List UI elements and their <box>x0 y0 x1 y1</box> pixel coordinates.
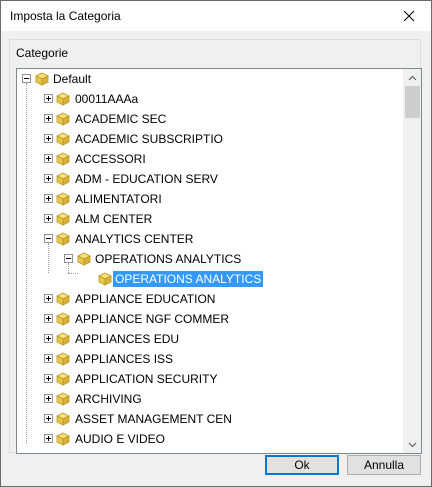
tree-item[interactable]: ACCESSORI <box>17 149 397 169</box>
cancel-button[interactable]: Annulla <box>347 455 421 475</box>
expand-icon[interactable] <box>44 194 53 203</box>
category-folder-icon <box>34 71 50 87</box>
category-folder-icon <box>55 431 71 447</box>
categories-group: Categorie Default 00011AAAa ACADEMIC SEC… <box>9 39 422 454</box>
expand-icon[interactable] <box>44 114 53 123</box>
category-folder-icon <box>97 271 113 287</box>
tree-item[interactable]: ALM CENTER <box>17 209 397 229</box>
category-folder-icon <box>55 311 71 327</box>
tree-item[interactable]: APPLIANCE NGF COMMER <box>17 309 397 329</box>
category-folder-icon <box>55 351 71 367</box>
close-button[interactable] <box>387 1 431 31</box>
category-folder-icon <box>55 151 71 167</box>
category-folder-icon <box>55 391 71 407</box>
expand-icon[interactable] <box>44 154 53 163</box>
expand-icon[interactable] <box>44 354 53 363</box>
tree-root[interactable]: Default <box>17 69 397 89</box>
tree-item-label: APPLICATION SECURITY <box>75 372 218 386</box>
category-folder-icon <box>55 331 71 347</box>
tree-item-label: OPERATIONS ANALYTICS <box>113 271 264 287</box>
tree-item[interactable]: ACADEMIC SUBSCRIPTIO <box>17 129 397 149</box>
category-folder-icon <box>55 371 71 387</box>
ok-button[interactable]: Ok <box>265 455 339 475</box>
category-folder-icon <box>55 291 71 307</box>
category-folder-icon <box>55 231 71 247</box>
expand-icon[interactable] <box>44 434 53 443</box>
tree-item-label: ADM - EDUCATION SERV <box>75 172 218 186</box>
vertical-scrollbar[interactable] <box>403 69 421 453</box>
close-icon <box>403 10 415 22</box>
tree-item-label: APPLIANCE EDUCATION <box>75 292 216 306</box>
category-folder-icon <box>76 251 92 267</box>
tree-item-label: ACADEMIC SEC <box>75 112 167 126</box>
tree-item-label: AUDIO E VIDEO <box>75 432 166 446</box>
scroll-up-button[interactable] <box>404 69 421 86</box>
tree-item[interactable]: OPERATIONS ANALYTICS <box>17 249 397 269</box>
collapse-icon[interactable] <box>44 234 53 243</box>
tree-item-label: ARCHIVING <box>75 392 142 406</box>
tree-item[interactable]: ARCHIVING <box>17 389 397 409</box>
chevron-up-icon <box>408 75 417 80</box>
tree-item[interactable]: APPLIANCE EDUCATION <box>17 289 397 309</box>
tree-item[interactable]: ALIMENTATORI <box>17 189 397 209</box>
expand-icon[interactable] <box>44 374 53 383</box>
category-folder-icon <box>55 111 71 127</box>
tree-item-label: ACADEMIC SUBSCRIPTIO <box>75 132 224 146</box>
tree-item[interactable]: ASSET MANAGEMENT CEN <box>17 409 397 429</box>
tree-item-label: Default <box>53 72 92 86</box>
collapse-icon[interactable] <box>64 254 73 263</box>
tree-item-label: ALM CENTER <box>75 212 153 226</box>
tree-item[interactable]: APPLIANCES EDU <box>17 329 397 349</box>
expand-icon[interactable] <box>44 294 53 303</box>
collapse-icon[interactable] <box>22 74 31 83</box>
window-title: Imposta la Categoria <box>10 9 121 23</box>
category-folder-icon <box>55 211 71 227</box>
category-folder-icon <box>55 131 71 147</box>
category-tree[interactable]: Default 00011AAAa ACADEMIC SEC ACADEMIC <box>16 68 422 454</box>
dialog-window: Imposta la Categoria Categorie Default 0… <box>0 0 432 487</box>
tree-item[interactable]: 00011AAAa <box>17 89 397 109</box>
tree-item-label: 00011AAAa <box>75 92 139 106</box>
expand-icon[interactable] <box>44 134 53 143</box>
expand-icon[interactable] <box>44 174 53 183</box>
expand-icon[interactable] <box>44 394 53 403</box>
category-folder-icon <box>55 171 71 187</box>
tree-item-label: APPLIANCES EDU <box>75 332 180 346</box>
tree-item-label: OPERATIONS ANALYTICS <box>95 252 242 266</box>
chevron-down-icon <box>408 442 417 447</box>
tree-item[interactable]: ADM - EDUCATION SERV <box>17 169 397 189</box>
expand-icon[interactable] <box>44 414 53 423</box>
expand-icon[interactable] <box>44 334 53 343</box>
category-folder-icon <box>55 411 71 427</box>
title-bar: Imposta la Categoria <box>1 1 431 31</box>
tree-item-selected[interactable]: OPERATIONS ANALYTICS <box>17 269 397 289</box>
categories-group-label: Categorie <box>16 46 69 60</box>
tree-item[interactable]: ACADEMIC SEC <box>17 109 397 129</box>
tree-item-label: ASSET MANAGEMENT CEN <box>75 412 232 426</box>
tree-item[interactable]: APPLICATION SECURITY <box>17 369 397 389</box>
expand-icon[interactable] <box>44 214 53 223</box>
tree-item-label: ANALYTICS CENTER <box>75 232 194 246</box>
tree-item[interactable]: AUDIO E VIDEO <box>17 429 397 449</box>
scroll-down-button[interactable] <box>404 436 421 453</box>
tree-content: Default 00011AAAa ACADEMIC SEC ACADEMIC <box>17 69 403 453</box>
tree-item[interactable]: APPLIANCES ISS <box>17 349 397 369</box>
tree-item-label: APPLIANCE NGF COMMER <box>75 312 230 326</box>
tree-item[interactable]: ANALYTICS CENTER <box>17 229 397 249</box>
expand-icon[interactable] <box>44 94 53 103</box>
tree-item-label: ALIMENTATORI <box>75 192 162 206</box>
category-folder-icon <box>55 191 71 207</box>
scroll-thumb[interactable] <box>405 86 420 118</box>
tree-item-label: ACCESSORI <box>75 152 146 166</box>
category-folder-icon <box>55 91 71 107</box>
expand-icon[interactable] <box>44 314 53 323</box>
tree-item-label: APPLIANCES ISS <box>75 352 174 366</box>
